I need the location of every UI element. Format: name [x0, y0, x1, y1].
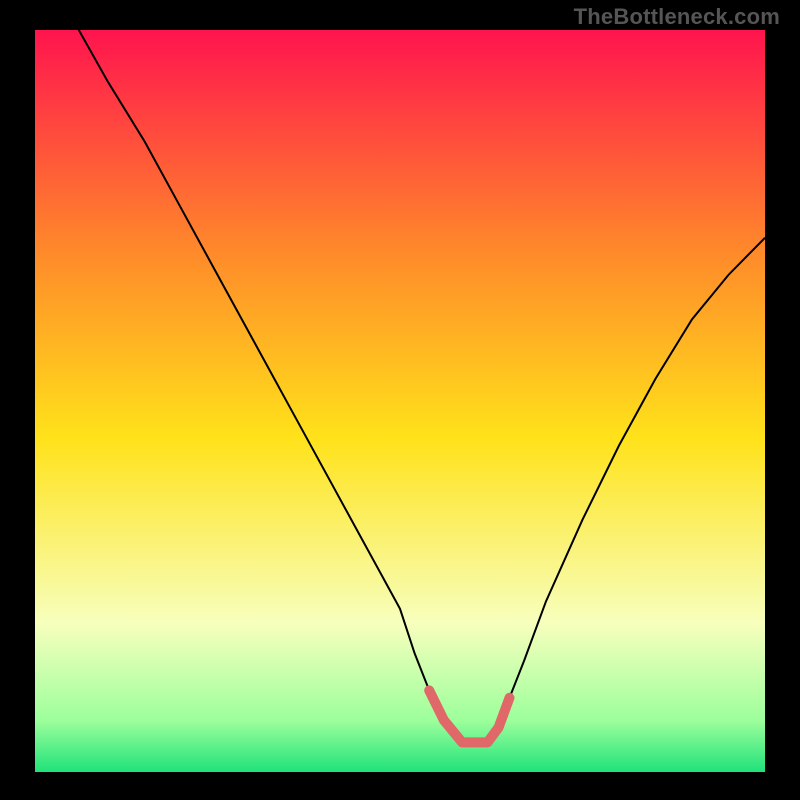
watermark-text: TheBottleneck.com — [574, 4, 780, 30]
chart-frame: TheBottleneck.com — [0, 0, 800, 800]
bottleneck-chart — [0, 0, 800, 800]
